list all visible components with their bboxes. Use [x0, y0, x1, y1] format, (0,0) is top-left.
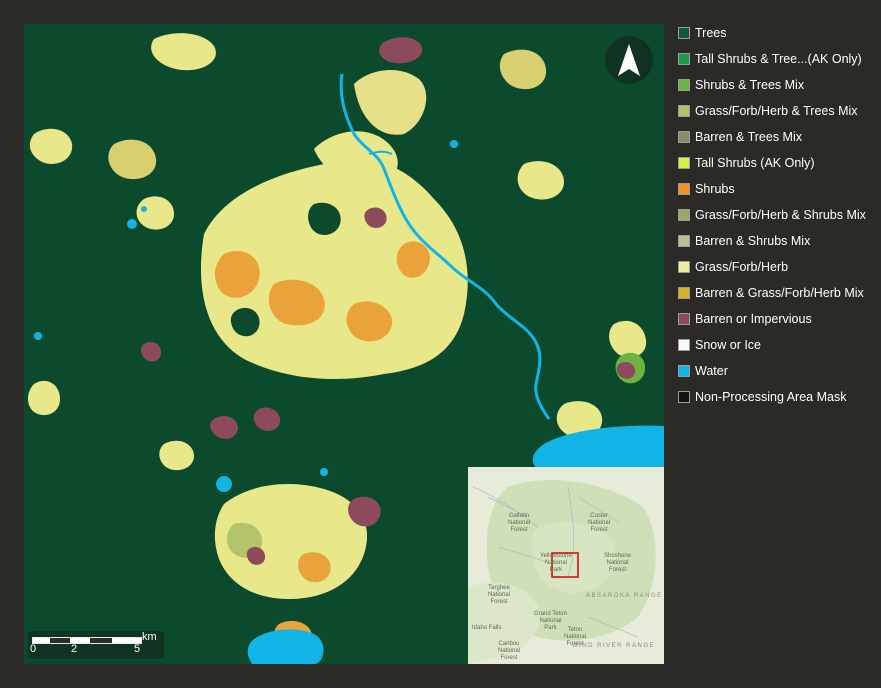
legend-swatch [678, 209, 690, 221]
map-legend: Trees Tall Shrubs & Tree...(AK Only) Shr… [678, 20, 878, 410]
legend-label: Trees [695, 26, 727, 40]
legend-swatch [678, 365, 690, 377]
legend-item-shrubs: Shrubs [678, 176, 878, 202]
legend-label: Water [695, 364, 728, 378]
scale-bar-label: 2 [71, 643, 78, 655]
overview-inset-map[interactable]: Gallatin National Forest Custer National For… [468, 467, 664, 664]
inset-range-wind-river: WIND RIVER RANGE [572, 643, 656, 649]
legend-swatch [678, 287, 690, 299]
legend-label: Barren & Grass/Forb/Herb Mix [695, 286, 864, 300]
legend-label: Barren & Trees Mix [695, 130, 802, 144]
inset-label-caribou: Caribou National Forest [498, 641, 521, 661]
legend-swatch [678, 391, 690, 403]
legend-swatch [678, 105, 690, 117]
legend-label: Grass/Forb/Herb & Shrubs Mix [695, 208, 866, 222]
grass-region-central [200, 69, 468, 379]
legend-label: Shrubs & Trees Mix [695, 78, 805, 92]
legend-item-shrubs-trees-mix: Shrubs & Trees Mix [678, 72, 878, 98]
legend-swatch [678, 313, 690, 325]
legend-item-grass-trees-mix: Grass/Forb/Herb & Trees Mix [678, 98, 878, 124]
legend-swatch [678, 235, 690, 247]
legend-label: Non-Processing Area Mask [695, 390, 847, 404]
inset-label-yellowstone: Yellowstone National Park [540, 553, 572, 573]
legend-label: Snow or Ice [695, 338, 762, 352]
legend-swatch [678, 339, 690, 351]
legend-label: Grass/Forb/Herb & Trees Mix [695, 104, 858, 118]
grass-region-south [214, 484, 381, 653]
scale-bar-unit: km [142, 631, 157, 643]
inset-range-absaroka: ABSAROKA RANGE [586, 593, 663, 599]
scale-bar-segment [50, 638, 70, 643]
legend-item-grass-shrubs-mix: Grass/Forb/Herb & Shrubs Mix [678, 202, 878, 228]
legend-label: Tall Shrubs & Tree...(AK Only) [695, 52, 862, 66]
legend-label: Barren & Shrubs Mix [695, 234, 811, 248]
legend-swatch [678, 131, 690, 143]
scale-bar-label: 5 [134, 643, 141, 655]
legend-label: Tall Shrubs (AK Only) [695, 156, 815, 170]
legend-item-barren-grass-mix: Barren & Grass/Forb/Herb Mix [678, 280, 878, 306]
scale-bar-segment [90, 638, 112, 643]
inset-label-targhee: Targhee National Forest [488, 585, 511, 605]
inset-label-shoshone: Shoshone National Forest [604, 553, 632, 573]
inset-label-custer: Custer National Forest [588, 513, 611, 533]
legend-label: Grass/Forb/Herb [695, 260, 789, 274]
inset-label-gallatin: Gallatin National Forest [508, 513, 531, 533]
legend-item-tall-shrubs-trees: Tall Shrubs & Tree...(AK Only) [678, 46, 878, 72]
legend-swatch [678, 183, 690, 195]
legend-item-barren-trees-mix: Barren & Trees Mix [678, 124, 878, 150]
legend-swatch [678, 53, 690, 65]
legend-item-non-processing-mask: Non-Processing Area Mask [678, 384, 878, 410]
legend-label: Shrubs [695, 182, 735, 196]
legend-item-tall-shrubs: Tall Shrubs (AK Only) [678, 150, 878, 176]
legend-item-snow-ice: Snow or Ice [678, 332, 878, 358]
scale-bar-label: 0 [30, 643, 37, 655]
legend-swatch [678, 261, 690, 273]
legend-swatch [678, 157, 690, 169]
legend-item-barren-impervious: Barren or Impervious [678, 306, 878, 332]
inset-label-grand-teton: Grand Teton National Park [534, 611, 567, 631]
legend-item-grass: Grass/Forb/Herb [678, 254, 878, 280]
scale-bar-track [32, 637, 142, 644]
inset-label-idaho-falls: Idaho Falls [472, 625, 502, 631]
legend-swatch [678, 79, 690, 91]
legend-item-barren-shrubs-mix: Barren & Shrubs Mix [678, 228, 878, 254]
legend-item-water: Water [678, 358, 878, 384]
legend-label: Barren or Impervious [695, 312, 812, 326]
scale-bar: 0 2 5 km [28, 631, 164, 659]
land-cover-map[interactable]: 0 2 5 km Gallatin National Forest Custer Na… [24, 24, 664, 664]
legend-item-trees: Trees [678, 20, 878, 46]
north-arrow-icon [605, 36, 653, 84]
legend-swatch [678, 27, 690, 39]
